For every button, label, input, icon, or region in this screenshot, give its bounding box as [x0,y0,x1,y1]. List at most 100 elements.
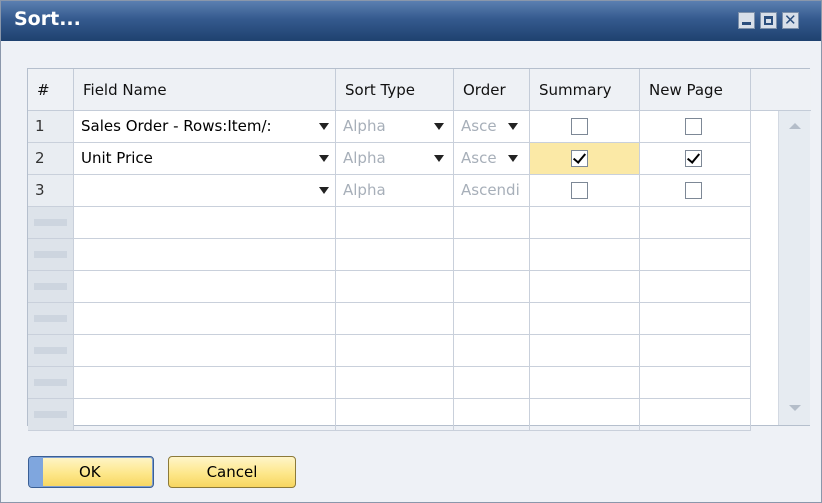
summary-checkbox[interactable] [571,150,588,167]
order-value-cell[interactable]: Ascendi [454,175,530,207]
empty-cell[interactable] [640,207,751,239]
column-header-field-name[interactable]: Field Name [74,69,336,111]
row-number[interactable] [28,335,74,367]
empty-cell[interactable] [640,303,751,335]
empty-cell[interactable] [454,303,530,335]
empty-cell[interactable] [530,367,640,399]
empty-cell[interactable] [454,271,530,303]
empty-cell[interactable] [640,335,751,367]
empty-cell[interactable] [74,367,336,399]
row-number[interactable] [28,207,74,239]
chevron-down-icon[interactable] [319,123,329,130]
empty-cell[interactable] [74,335,336,367]
minimize-button[interactable] [738,12,755,29]
table-row [28,335,751,367]
empty-cell[interactable] [336,207,454,239]
empty-cell[interactable] [530,239,640,271]
empty-cell[interactable] [74,207,336,239]
empty-cell[interactable] [530,399,640,431]
empty-cell[interactable] [454,335,530,367]
scroll-up-icon[interactable] [789,123,801,129]
empty-cell[interactable] [336,335,454,367]
row-number[interactable]: 2 [28,143,74,175]
row-number[interactable] [28,367,74,399]
empty-cell[interactable] [336,367,454,399]
chevron-down-icon[interactable] [319,155,329,162]
chevron-down-icon[interactable] [508,123,518,130]
column-header-order[interactable]: Order [454,69,530,111]
chevron-down-icon[interactable] [434,155,444,162]
maximize-button[interactable] [760,12,777,29]
table-row [28,399,751,431]
sort-dialog: Sort... ✕ # Field Name Sort Type Order S… [0,0,822,503]
vertical-scrollbar[interactable] [778,111,810,425]
empty-cell[interactable] [530,335,640,367]
empty-cell[interactable] [454,207,530,239]
field-name-value: Unit Price [81,149,153,167]
table-row [28,239,751,271]
order-select[interactable]: Asce [454,143,530,175]
chevron-down-icon[interactable] [434,123,444,130]
empty-cell[interactable] [640,271,751,303]
sort-type-value: Alpha [343,181,386,199]
table-row [28,207,751,239]
column-header-summary[interactable]: Summary [530,69,640,111]
empty-cell[interactable] [74,303,336,335]
empty-cell[interactable] [530,207,640,239]
cancel-button[interactable]: Cancel [168,456,296,488]
chevron-down-icon[interactable] [508,155,518,162]
order-value: Ascendi [461,181,520,199]
chevron-down-icon[interactable] [319,187,329,194]
field-name-value: Sales Order - Rows:Item/: [81,117,272,135]
scroll-down-icon[interactable] [789,405,801,411]
empty-cell[interactable] [336,271,454,303]
empty-cell[interactable] [454,367,530,399]
order-select[interactable]: Asce [454,111,530,143]
close-button[interactable]: ✕ [782,11,799,29]
sort-type-value-cell[interactable]: Alpha [336,175,454,207]
column-header-new-page[interactable]: New Page [640,69,751,111]
empty-cell[interactable] [530,303,640,335]
new-page-checkbox[interactable] [685,182,702,199]
field-name-select[interactable] [74,175,336,207]
empty-cell[interactable] [74,239,336,271]
ok-button-label: OK [79,463,101,481]
empty-cell[interactable] [640,239,751,271]
title-bar[interactable]: Sort... ✕ [1,1,821,41]
empty-cell[interactable] [530,271,640,303]
new-page-checkbox[interactable] [685,118,702,135]
row-number[interactable]: 3 [28,175,74,207]
empty-cell[interactable] [640,367,751,399]
row-number[interactable]: 1 [28,111,74,143]
empty-cell[interactable] [454,239,530,271]
close-icon: ✕ [784,11,797,29]
new-page-checkbox[interactable] [685,150,702,167]
field-name-select[interactable]: Sales Order - Rows:Item/: [74,111,336,143]
row-number[interactable] [28,399,74,431]
field-name-select[interactable]: Unit Price [74,143,336,175]
new-page-cell [640,111,751,143]
sort-type-select[interactable]: Alpha [336,111,454,143]
row-number[interactable] [28,239,74,271]
ok-button-focus-edge [29,457,43,487]
maximize-icon [764,16,773,25]
empty-cell[interactable] [74,271,336,303]
sort-type-select[interactable]: Alpha [336,143,454,175]
summary-checkbox[interactable] [571,118,588,135]
row-number[interactable] [28,271,74,303]
table-row [28,367,751,399]
empty-cell[interactable] [74,399,336,431]
column-header-sort-type[interactable]: Sort Type [336,69,454,111]
empty-cell[interactable] [640,399,751,431]
new-page-cell [640,175,751,207]
empty-cell[interactable] [454,399,530,431]
table-row [28,271,751,303]
empty-cell[interactable] [336,399,454,431]
summary-checkbox[interactable] [571,182,588,199]
sort-type-value: Alpha [343,149,386,167]
table-row [28,303,751,335]
empty-cell[interactable] [336,239,454,271]
row-number[interactable] [28,303,74,335]
ok-button[interactable]: OK [28,456,154,488]
empty-cell[interactable] [336,303,454,335]
